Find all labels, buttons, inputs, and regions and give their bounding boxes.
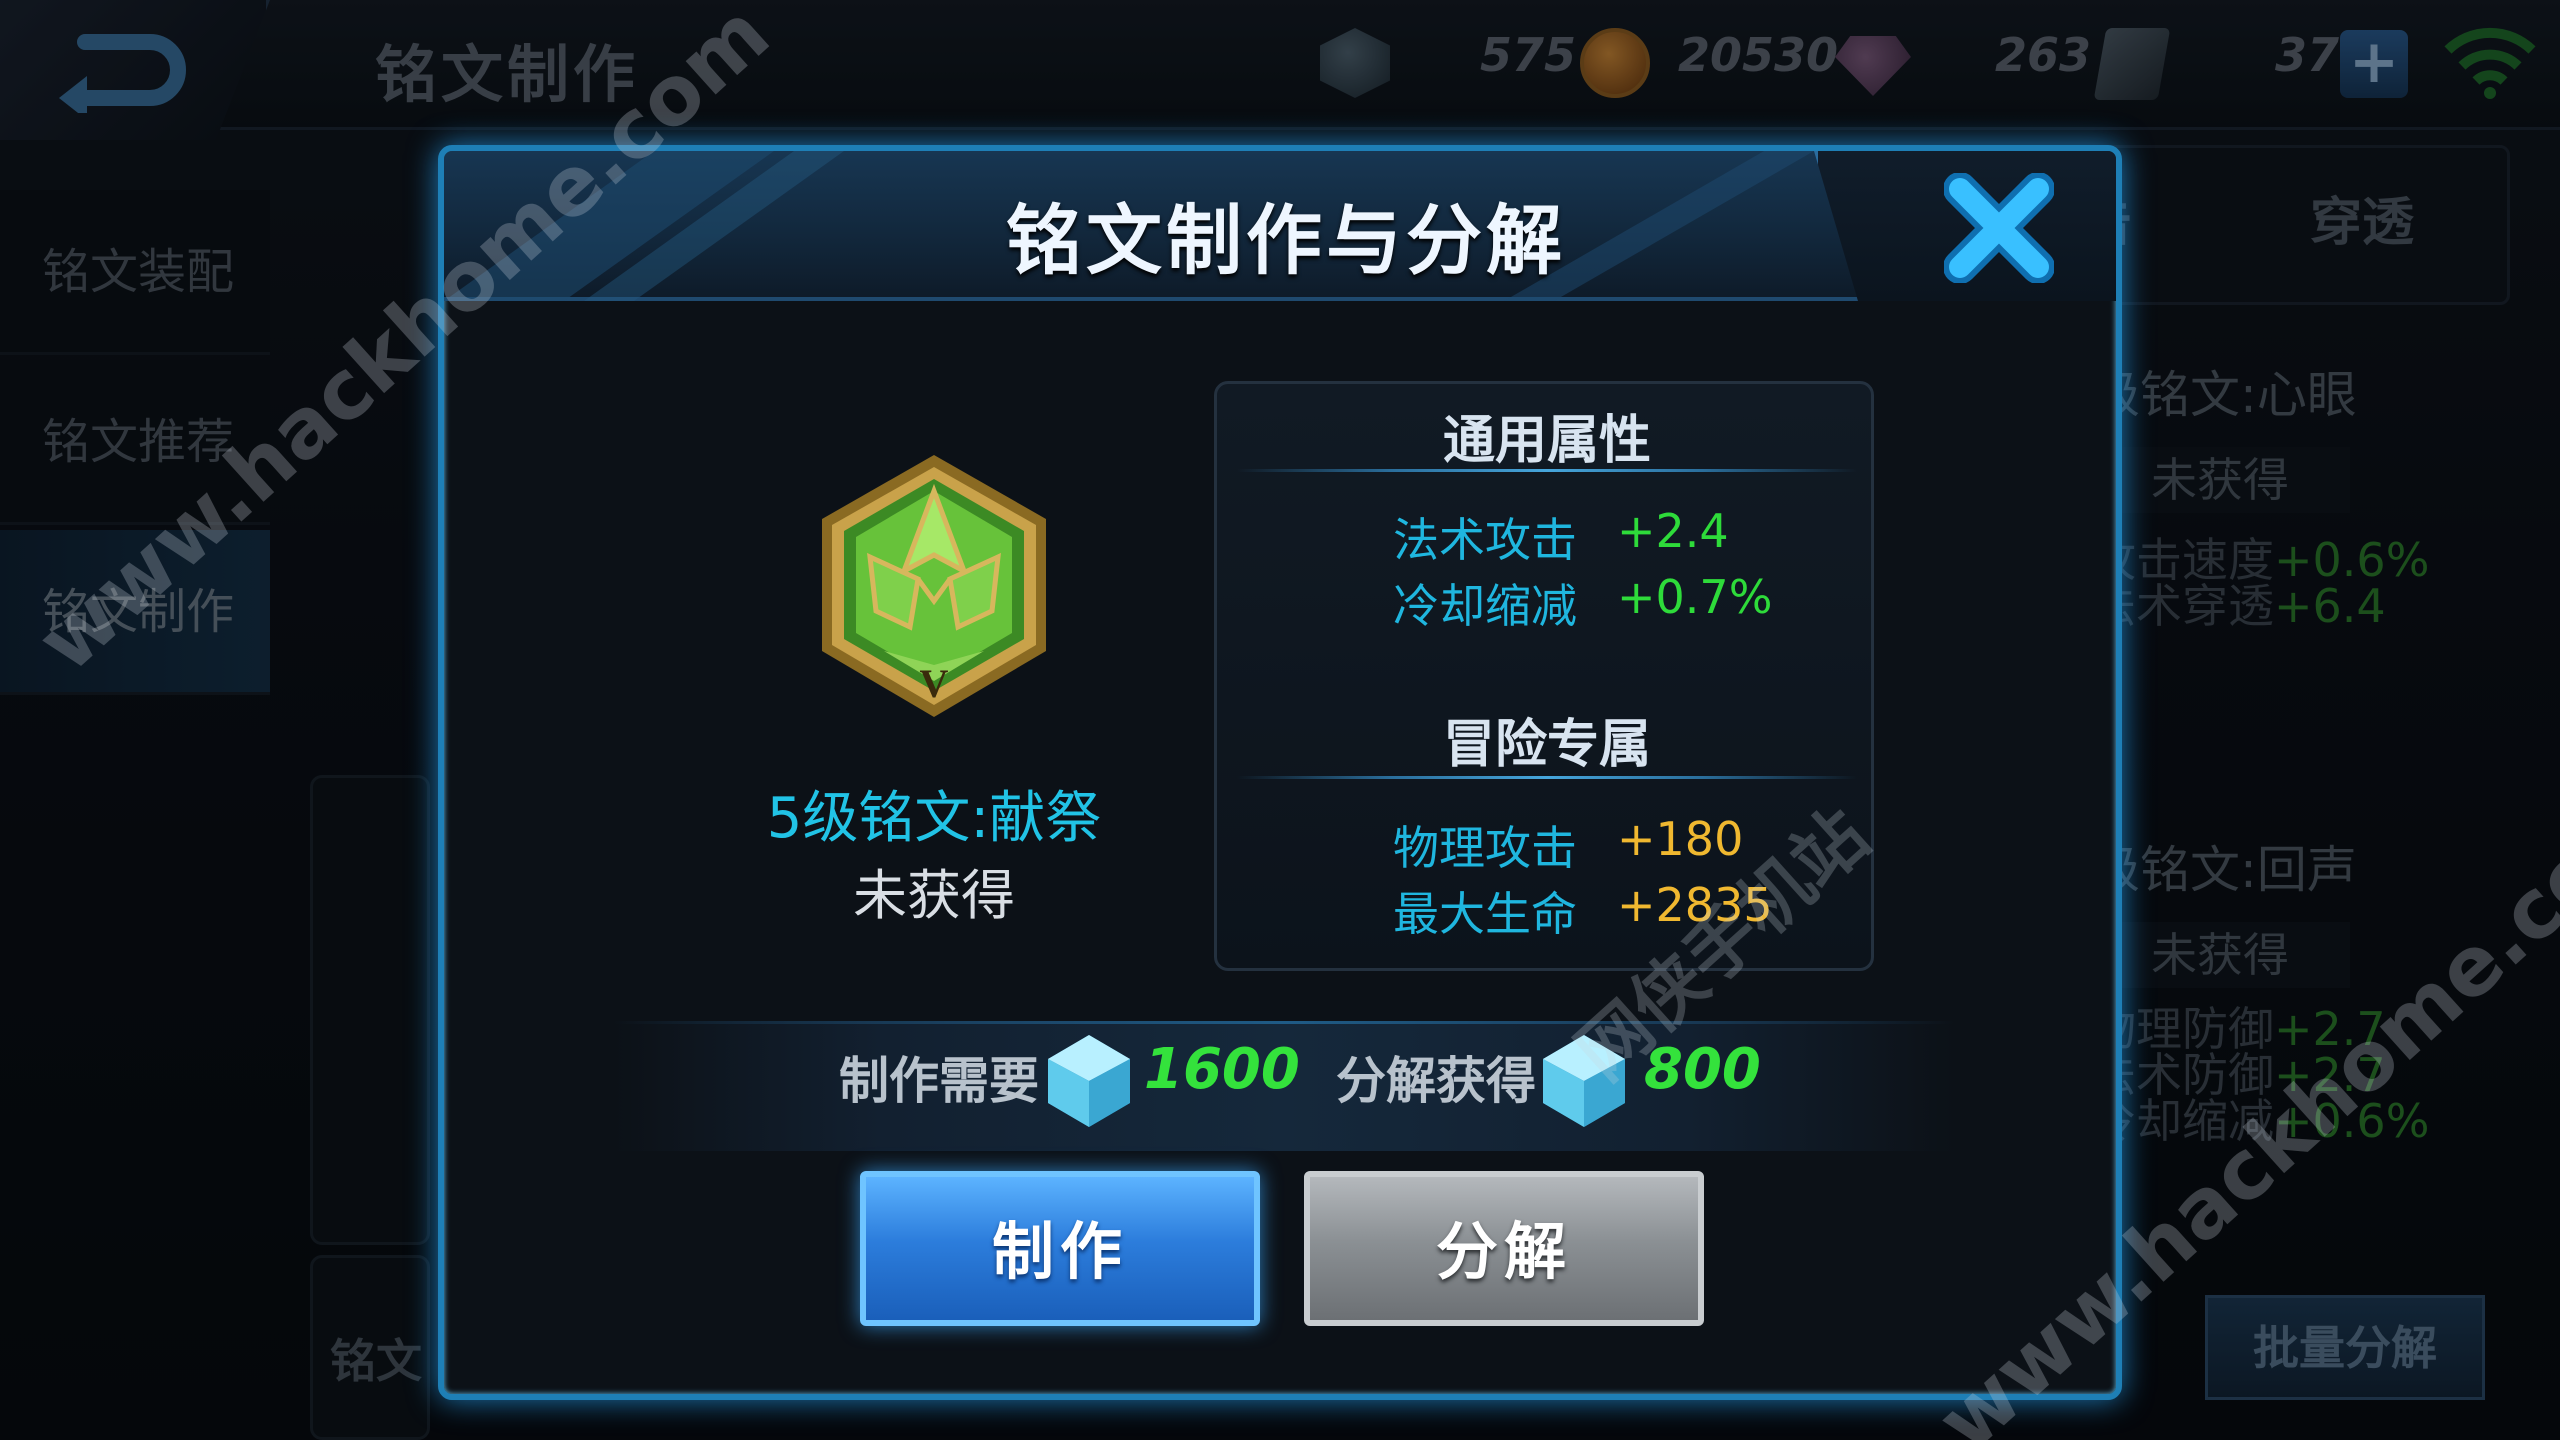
- adventure-attributes-heading: 冒险专属: [1442, 715, 1651, 775]
- attribute-value: +0.7%: [1617, 570, 1773, 624]
- close-icon[interactable]: [1944, 173, 2054, 283]
- attribute-value: +2.4: [1617, 504, 1729, 558]
- divider: [614, 1021, 1954, 1024]
- crystal-icon: [1048, 1035, 1130, 1127]
- attribute-name: 法术攻击: [1393, 513, 1577, 567]
- craft-button[interactable]: 制作: [860, 1171, 1260, 1326]
- attribute-row: 法术攻击 +2.4: [1217, 504, 1877, 570]
- decompose-gain-label: 分解获得: [1336, 1052, 1536, 1110]
- craft-cost-value: 1600: [1144, 1037, 1300, 1102]
- general-attributes-heading: 通用属性: [1442, 411, 1651, 471]
- craft-decompose-dialog: 铭文制作与分解 V 5级铭文:献祭 未获得 通用属性 法术攻击 +2.4 冷却缩…: [438, 145, 2122, 1400]
- inscription-name: 5级铭文:献祭: [766, 786, 1102, 851]
- divider: [1237, 469, 1857, 472]
- inscription-status: 未获得: [853, 864, 1015, 927]
- attribute-row: 冷却缩减 +0.7%: [1217, 570, 1877, 636]
- divider: [1237, 776, 1857, 779]
- attribute-name: 最大生命: [1393, 887, 1577, 941]
- attribute-name: 冷却缩减: [1393, 579, 1577, 633]
- level-mark: V: [920, 661, 949, 706]
- attribute-name: 物理攻击: [1393, 821, 1577, 875]
- inscription-emblem-icon: V: [822, 455, 1046, 717]
- craft-cost-label: 制作需要: [839, 1052, 1039, 1110]
- decompose-button[interactable]: 分解: [1304, 1171, 1704, 1326]
